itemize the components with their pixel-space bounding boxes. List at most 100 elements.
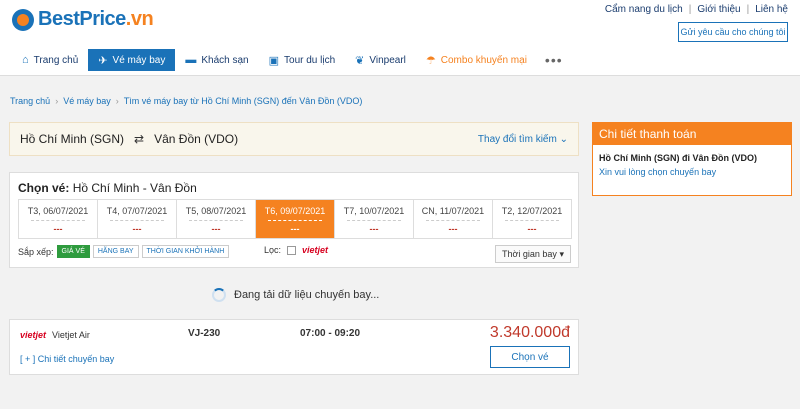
choose-ticket-button[interactable]: Chọn vé [490, 346, 570, 368]
route-bar: Hồ Chí Minh (SGN) ⇄ Vân Đồn (VDO) Thay đ… [9, 122, 579, 156]
spinner-icon [212, 288, 226, 302]
date-price: --- [448, 224, 458, 234]
more-icon[interactable]: ••• [537, 52, 571, 68]
separator: | [688, 4, 692, 15]
separator: | [746, 4, 750, 15]
select-title-route: Hồ Chí Minh - Vân Đồn [72, 181, 197, 195]
breadcrumb-home[interactable]: Trang chủ [10, 96, 50, 106]
filter-row: Lọc: vietjet [264, 245, 328, 255]
breadcrumb-flights[interactable]: Vé máy bay [63, 96, 111, 106]
sort-by-departure-button[interactable]: THỜI GIAN KHỞI HÀNH [141, 245, 230, 258]
flight-code: VJ-230 [188, 328, 221, 339]
top-links: Cẩm nang du lịch | Giới thiệu | Liên hệ [605, 4, 788, 15]
breadcrumb: Trang chủ › Vé máy bay › Tìm vé máy bay … [10, 96, 362, 106]
date-option[interactable]: T3, 06/07/2021 --- [19, 200, 98, 238]
date-divider [110, 220, 164, 221]
sort-by-airline-button[interactable]: HÃNG BAY [92, 245, 139, 258]
date-divider [268, 220, 322, 221]
flight-details-link[interactable]: [ + ] Chi tiết chuyến bay [20, 354, 114, 364]
nav-label: Vinpearl [369, 54, 406, 66]
nav-combo[interactable]: ☂ Combo khuyến mại [416, 49, 537, 71]
flight-airline: vietjet Vietjet Air [20, 330, 90, 340]
date-option[interactable]: T7, 10/07/2021 --- [335, 200, 414, 238]
airline-name: Vietjet Air [52, 330, 90, 340]
support-request-button[interactable]: Gửi yêu cầu cho chúng tôi [678, 22, 788, 42]
caret-down-icon: ▾ [559, 248, 564, 259]
nav-vinpearl[interactable]: ❦ Vinpearl [345, 49, 416, 71]
vinpearl-icon: ❦ [355, 54, 365, 67]
select-title: Chọn vé: Hồ Chí Minh - Vân Đồn [18, 181, 197, 195]
sort-by-price-button[interactable]: GIÁ VÉ [56, 245, 90, 258]
nav-label: Trang chủ [33, 54, 79, 66]
nav-label: Vé máy bay [112, 54, 166, 66]
date-divider [31, 220, 85, 221]
breadcrumb-separator: › [55, 96, 59, 106]
luggage-icon: ▣ [268, 54, 280, 67]
date-price: --- [53, 224, 63, 234]
link-contact[interactable]: Liên hệ [755, 4, 788, 15]
home-icon: ⌂ [22, 54, 29, 66]
logo-text: BestPrice.vn [38, 8, 154, 31]
date-option-selected[interactable]: T6, 09/07/2021 --- [256, 200, 335, 238]
date-selector: T3, 06/07/2021 --- T4, 07/07/2021 --- T5, … [18, 199, 572, 239]
sort-label: Sắp xếp: [18, 246, 54, 257]
change-search-link[interactable]: Thay đổi tìm kiếm ⌄ [478, 134, 568, 145]
logo[interactable]: BestPrice.vn [12, 8, 154, 31]
header: BestPrice.vn Cẩm nang du lịch | Giới thi… [0, 0, 800, 76]
main-nav: ⌂ Trang chủ ✈ Vé máy bay ▬ Khách sạn ▣ Tour … [12, 49, 571, 71]
link-travel-guide[interactable]: Cẩm nang du lịch [605, 4, 683, 15]
swap-icon: ⇄ [134, 132, 145, 146]
route-from: Hồ Chí Minh (SGN) [20, 132, 125, 146]
select-ticket-box: Chọn vé: Hồ Chí Minh - Vân Đồn T3, 06/07… [9, 172, 579, 268]
date-label: T4, 07/07/2021 [106, 206, 168, 216]
nav-hotels[interactable]: ▬ Khách sạn [175, 49, 258, 71]
date-divider [505, 220, 559, 221]
loading-indicator: Đang tải dữ liệu chuyến bay... [212, 288, 379, 302]
date-divider [426, 220, 480, 221]
vietjet-logo: vietjet [302, 245, 329, 255]
date-label: CN, 11/07/2021 [421, 206, 485, 216]
date-divider [347, 220, 401, 221]
date-price: --- [527, 224, 537, 234]
select-title-prefix: Chọn vé: [18, 181, 70, 195]
date-label: T3, 06/07/2021 [27, 206, 89, 216]
bed-icon: ▬ [185, 54, 197, 66]
nav-label: Khách sạn [201, 54, 249, 66]
flight-price: 3.340.000đ [489, 324, 570, 341]
flight-time-select[interactable]: Thời gian bay ▾ [495, 245, 571, 263]
date-label: T2, 12/07/2021 [501, 206, 563, 216]
route-to: Vân Đồn (VDO) [154, 132, 239, 146]
nav-flights[interactable]: ✈ Vé máy bay [88, 49, 176, 71]
payment-title: Chi tiết thanh toán [593, 123, 791, 145]
date-price: --- [132, 224, 142, 234]
link-about[interactable]: Giới thiệu [697, 4, 740, 15]
nav-tours[interactable]: ▣ Tour du lịch [259, 49, 346, 71]
filter-label: Lọc: [264, 245, 282, 255]
loading-text: Đang tải dữ liệu chuyến bay... [234, 289, 380, 301]
payment-route: Hồ Chí Minh (SGN) đi Vân Đồn (VDO) [599, 153, 757, 163]
breadcrumb-separator: › [115, 96, 119, 106]
logo-suffix: .vn [125, 8, 154, 30]
date-price: --- [211, 224, 221, 234]
payment-note: Xin vui lòng chọn chuyến bay [599, 167, 717, 177]
date-option[interactable]: T5, 08/07/2021 --- [177, 200, 256, 238]
vietjet-logo: vietjet [20, 330, 47, 340]
date-label: T7, 10/07/2021 [343, 206, 405, 216]
chevron-down-icon: ⌄ [559, 133, 568, 145]
filter-vietjet-checkbox[interactable] [287, 245, 297, 255]
date-label: T6, 09/07/2021 [264, 206, 326, 216]
date-option[interactable]: CN, 11/07/2021 --- [414, 200, 493, 238]
breadcrumb-current: Tìm vé máy bay từ Hồ Chí Minh (SGN) đến … [123, 96, 363, 106]
date-price: --- [369, 224, 379, 234]
change-search-label: Thay đổi tìm kiếm [477, 133, 557, 145]
nav-label: Tour du lịch [284, 54, 336, 66]
nav-label: Combo khuyến mại [440, 54, 527, 66]
date-option[interactable]: T4, 07/07/2021 --- [98, 200, 177, 238]
date-option[interactable]: T2, 12/07/2021 --- [493, 200, 571, 238]
date-label: T5, 08/07/2021 [185, 206, 247, 216]
nav-home[interactable]: ⌂ Trang chủ [12, 49, 88, 71]
sort-row: Sắp xếp: GIÁ VÉ HÃNG BAY THỜI GIAN KHỞI … [18, 245, 230, 258]
payment-details-panel: Chi tiết thanh toán Hồ Chí Minh (SGN) đi… [592, 122, 792, 196]
date-price: --- [290, 224, 300, 234]
plane-icon: ✈ [98, 54, 108, 67]
